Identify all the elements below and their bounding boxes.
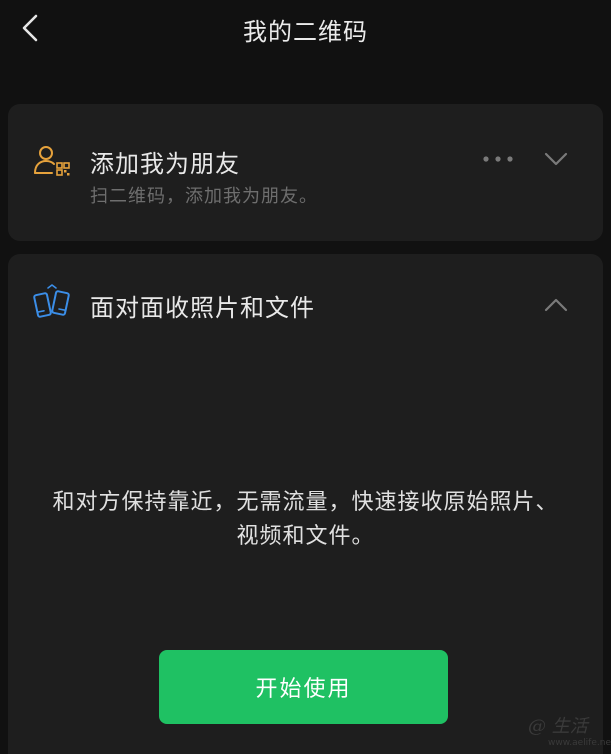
start-button[interactable]: 开始使用 <box>159 650 448 724</box>
page-title: 我的二维码 <box>243 18 368 46</box>
chevron-down-icon <box>544 152 568 166</box>
expand-button[interactable] <box>536 144 576 174</box>
more-horizontal-icon <box>483 156 513 162</box>
more-options-button[interactable] <box>478 144 518 174</box>
collapse-button[interactable] <box>536 290 576 320</box>
person-qr-icon <box>32 142 72 182</box>
face-to-face-title: 面对面收照片和文件 <box>90 294 315 322</box>
chevron-up-icon <box>544 298 568 312</box>
face-to-face-description: 和对方保持靠近，无需流量，快速接收原始照片、视频和文件。 <box>52 490 559 549</box>
add-friend-card[interactable]: 添加我为朋友 扫二维码，添加我为朋友。 <box>8 104 603 241</box>
watermark-logo: @ 生活 <box>528 716 588 737</box>
watermark-url: www.aelife.net <box>548 738 611 748</box>
add-friend-title: 添加我为朋友 <box>90 150 240 178</box>
add-friend-subtitle: 扫二维码，添加我为朋友。 <box>90 186 318 207</box>
header: 我的二维码 <box>0 0 611 60</box>
face-to-face-card: 面对面收照片和文件 和对方保持靠近，无需流量，快速接收原始照片、视频和文件。 开… <box>8 254 603 754</box>
phones-transfer-icon <box>32 284 72 324</box>
